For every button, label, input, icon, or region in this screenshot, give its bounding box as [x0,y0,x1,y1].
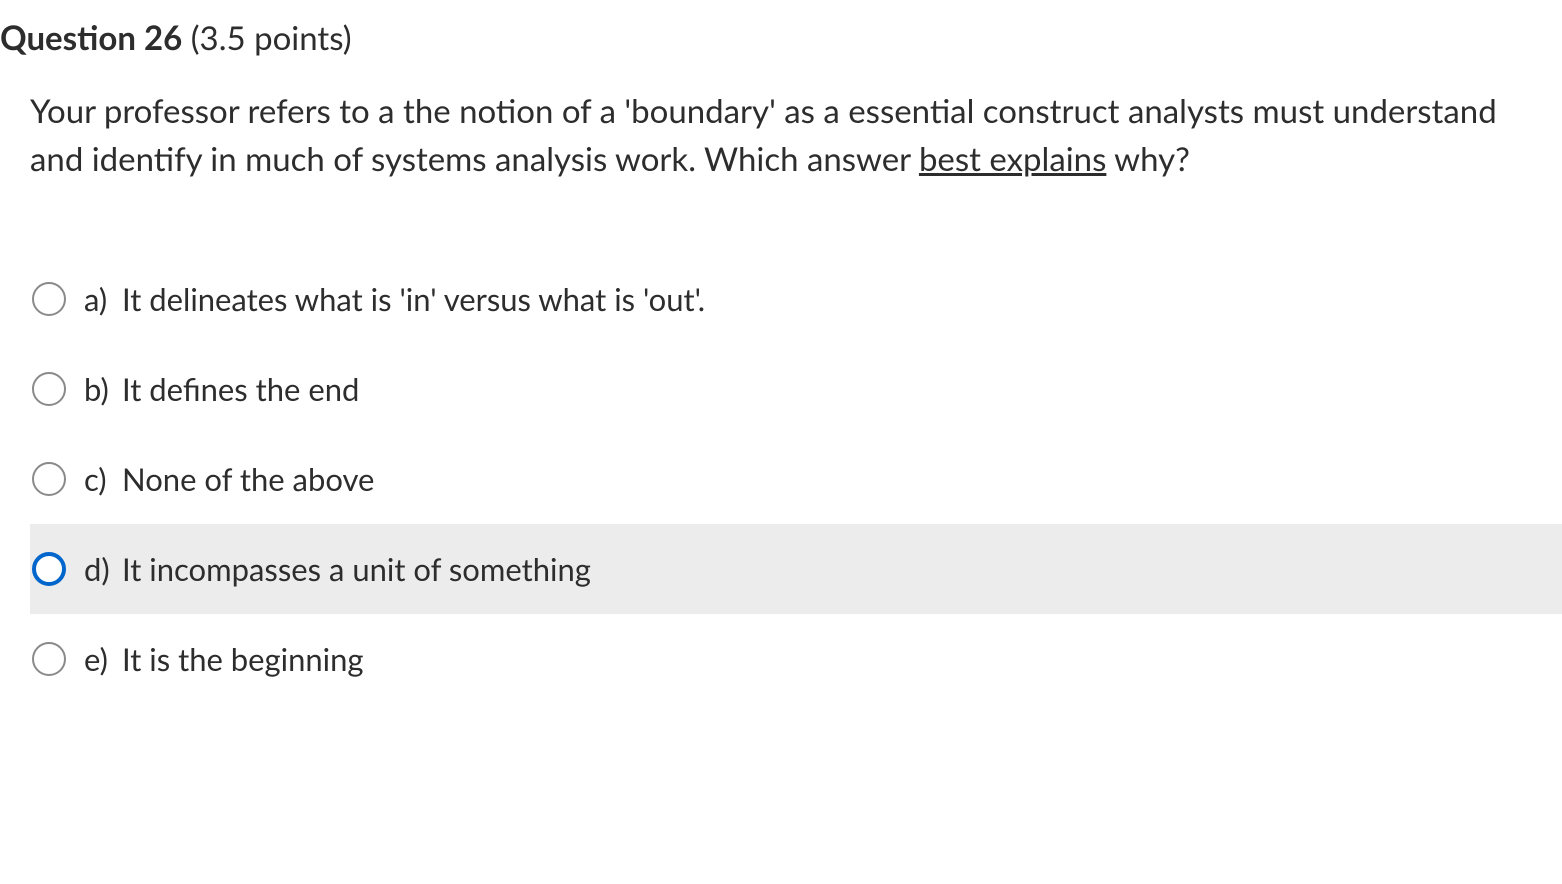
option-text: It is the beginning [122,640,364,678]
option-text: It incompasses a unit of something [122,550,591,588]
option-c[interactable]: c) None of the above [30,434,1562,524]
option-label: c) None of the above [84,460,374,498]
option-letter: e) [84,640,122,678]
option-label: b) It defines the end [84,370,359,408]
option-text: It defines the end [122,370,359,408]
option-letter: c) [84,460,122,498]
option-label: a) It delineates what is 'in' versus wha… [84,280,705,318]
radio-button-icon[interactable] [32,552,66,586]
option-letter: a) [84,280,122,318]
question-text: Your professor refers to a the notion of… [0,88,1562,184]
option-e[interactable]: e) It is the beginning [30,614,1562,704]
option-text: None of the above [122,460,374,498]
radio-button-icon[interactable] [32,372,66,406]
option-label: e) It is the beginning [84,640,364,678]
question-points: (3.5 points) [191,18,352,58]
radio-button-icon[interactable] [32,462,66,496]
question-header: Question 26 (3.5 points) [0,18,1562,58]
question-text-part2: why? [1106,139,1189,179]
question-text-part1: Your professor refers to a the notion of… [30,91,1497,179]
options-list: a) It delineates what is 'in' versus wha… [0,254,1562,704]
option-letter: b) [84,370,122,408]
radio-button-icon[interactable] [32,282,66,316]
option-a[interactable]: a) It delineates what is 'in' versus wha… [30,254,1562,344]
option-b[interactable]: b) It defines the end [30,344,1562,434]
option-text: It delineates what is 'in' versus what i… [122,280,705,318]
option-label: d) It incompasses a unit of something [84,550,591,588]
option-d[interactable]: d) It incompasses a unit of something [30,524,1562,614]
quiz-question-container: Question 26 (3.5 points) Your professor … [0,0,1562,704]
question-text-underlined: best explains [919,139,1106,179]
radio-button-icon[interactable] [32,642,66,676]
option-letter: d) [84,550,122,588]
question-number: Question 26 [0,18,182,58]
